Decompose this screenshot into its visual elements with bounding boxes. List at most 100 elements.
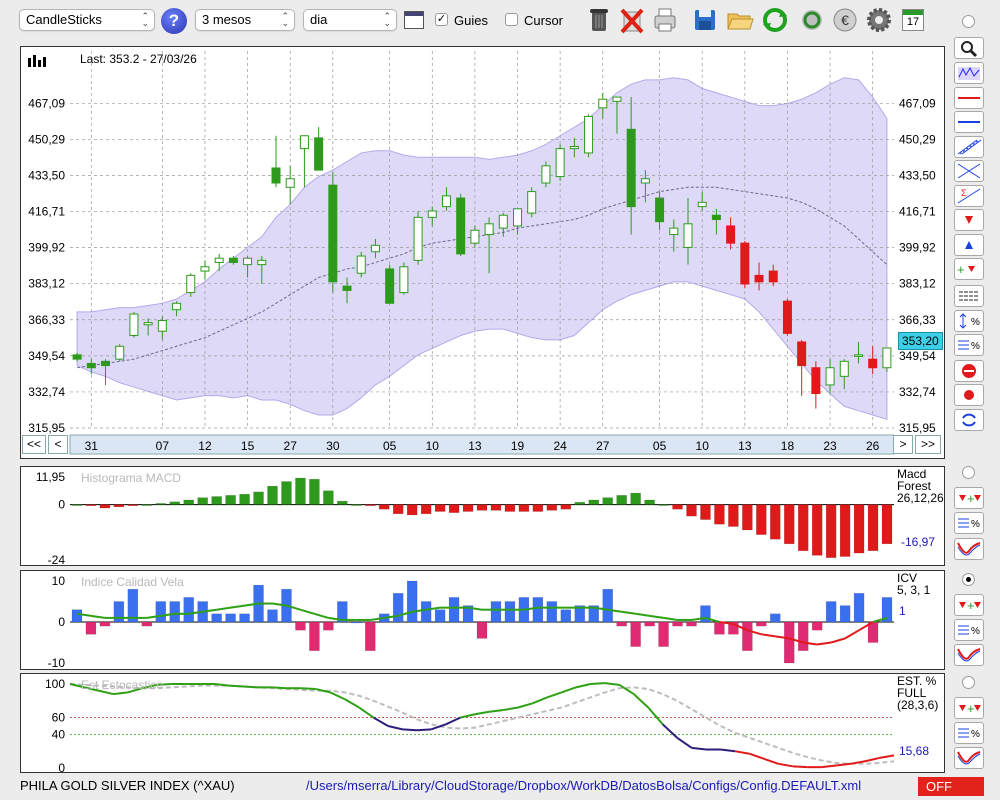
y-tick-label-right: 450,29 — [899, 132, 936, 146]
candle-body — [399, 266, 409, 294]
cursor-checkbox[interactable] — [505, 13, 518, 26]
trash-icon[interactable] — [584, 4, 614, 36]
x-tick-label: 13 — [468, 439, 482, 453]
x-tick-label: 12 — [198, 439, 212, 453]
channel-button[interactable] — [954, 136, 984, 158]
svg-text:%: % — [971, 317, 980, 328]
clear-button[interactable] — [954, 360, 984, 382]
svg-text:€: € — [841, 12, 849, 28]
horizontal-line-blue-button[interactable] — [954, 111, 984, 133]
stochastic-curve-button[interactable] — [954, 747, 984, 769]
config-path-link[interactable]: /Users/mserra/Library/CloudStorage/Dropb… — [306, 778, 861, 793]
stochastic-signals-button[interactable]: + — [954, 697, 984, 719]
main-chart-radio[interactable] — [962, 15, 975, 28]
nav-last-button[interactable]: >> — [915, 435, 941, 454]
icv-bar — [113, 601, 125, 623]
macd-scale-button[interactable]: % — [954, 512, 984, 534]
candle-body — [669, 227, 679, 236]
macd-radio[interactable] — [962, 466, 975, 479]
candle-body — [86, 362, 96, 369]
trendline-button[interactable] — [954, 160, 984, 182]
stochastic-k-line — [474, 710, 490, 716]
icv-bar — [658, 621, 669, 647]
zoom-button[interactable] — [954, 37, 984, 59]
icv-bar — [532, 597, 544, 623]
record-button[interactable] — [954, 384, 984, 406]
help-icon[interactable]: ? — [161, 8, 187, 34]
delete-icon[interactable] — [617, 4, 647, 36]
icv-curve-button[interactable] — [954, 644, 984, 666]
off-button[interactable]: OFF — [918, 777, 984, 796]
macd-value: -16,97 — [901, 535, 936, 549]
currency-icon[interactable]: € — [830, 4, 860, 36]
period-value: 3 mesos — [202, 12, 252, 27]
icv-signal-line — [300, 608, 315, 615]
macd-bar — [448, 504, 460, 513]
icv-title: Indice Calidad Vela — [81, 575, 184, 589]
chart-window-icon[interactable] — [404, 11, 424, 29]
stochastic-scale-button[interactable]: % — [954, 722, 984, 744]
bar-chart-icon[interactable] — [27, 53, 47, 67]
save-icon[interactable] — [690, 4, 720, 36]
horizontal-line-red-button[interactable] — [954, 87, 984, 109]
macd-curve-button[interactable] — [954, 538, 984, 560]
icv-bar — [155, 601, 167, 623]
candle-body — [498, 214, 508, 229]
stochastic-k-line — [489, 709, 504, 713]
chart-style-button[interactable] — [954, 62, 984, 84]
stochastic-k-line — [821, 764, 837, 769]
macd-title: Histograma MACD — [81, 471, 182, 485]
stochastic-k-line — [590, 682, 605, 685]
macd-bar — [811, 504, 823, 556]
icv-signal-line — [649, 614, 664, 619]
icv-bar — [420, 601, 432, 623]
candle-body — [811, 367, 821, 395]
guides-checkbox[interactable]: ✓ — [435, 13, 448, 26]
settings-icon[interactable] — [864, 4, 894, 36]
candle-body — [782, 300, 792, 334]
stochastic-signal-line — [69, 683, 895, 765]
icv-bar — [141, 621, 153, 627]
icv-bar — [365, 621, 376, 651]
buy-sell-signals-button[interactable]: + — [954, 258, 984, 280]
scale-lines-percent-button[interactable]: % — [954, 334, 984, 356]
icv-bar — [490, 601, 502, 623]
icv-radio[interactable] — [962, 573, 975, 586]
candle-body — [797, 341, 807, 367]
svg-text:+: + — [967, 598, 975, 613]
macd-signals-button[interactable]: + — [954, 487, 984, 509]
open-folder-icon[interactable] — [725, 4, 755, 36]
candle-body — [555, 148, 565, 178]
candle-body — [513, 208, 523, 227]
arrow-down-button[interactable] — [954, 209, 984, 231]
candle-body — [697, 201, 707, 208]
fibonacci-button[interactable]: Σ — [954, 185, 984, 207]
icv-signals-button[interactable]: + — [954, 594, 984, 616]
stochastic-k-line — [402, 728, 418, 732]
nav-first-button[interactable]: << — [22, 435, 46, 454]
macd-bar — [99, 504, 111, 509]
refresh-icon[interactable] — [760, 4, 790, 36]
print-icon[interactable] — [650, 4, 680, 36]
calendar-icon[interactable]: 17 — [902, 9, 924, 31]
icv-scale-button[interactable]: % — [954, 619, 984, 641]
nav-prev-button[interactable]: < — [48, 435, 68, 454]
refresh-all-icon[interactable] — [797, 4, 827, 36]
x-tick-label: 07 — [156, 439, 170, 453]
chevron-updown-icon: ⌃ ⌄ — [281, 11, 289, 28]
x-tick-label: 24 — [553, 439, 567, 453]
interval-select[interactable]: dia ⌃ ⌄ — [303, 9, 397, 31]
nav-next-button[interactable]: > — [893, 435, 913, 454]
sync-button[interactable] — [954, 409, 984, 431]
table-view-button[interactable] — [954, 285, 984, 307]
y-tick-label-left: 315,95 — [28, 421, 65, 435]
arrow-up-button[interactable] — [954, 234, 984, 256]
y-tick-label: 11,95 — [36, 470, 65, 484]
scale-percent-button[interactable]: % — [954, 310, 984, 332]
period-select[interactable]: 3 mesos ⌃ ⌄ — [195, 9, 295, 31]
chart-type-select[interactable]: CandleSticks ⌃ ⌄ — [19, 9, 155, 31]
stochastic-radio[interactable] — [962, 676, 975, 689]
price-chart[interactable]: 467,09 467,09 450,29 450,29 433,50 433,50 416,… — [21, 47, 944, 458]
macd-bar — [392, 504, 404, 515]
calendar-day: 17 — [906, 16, 920, 28]
